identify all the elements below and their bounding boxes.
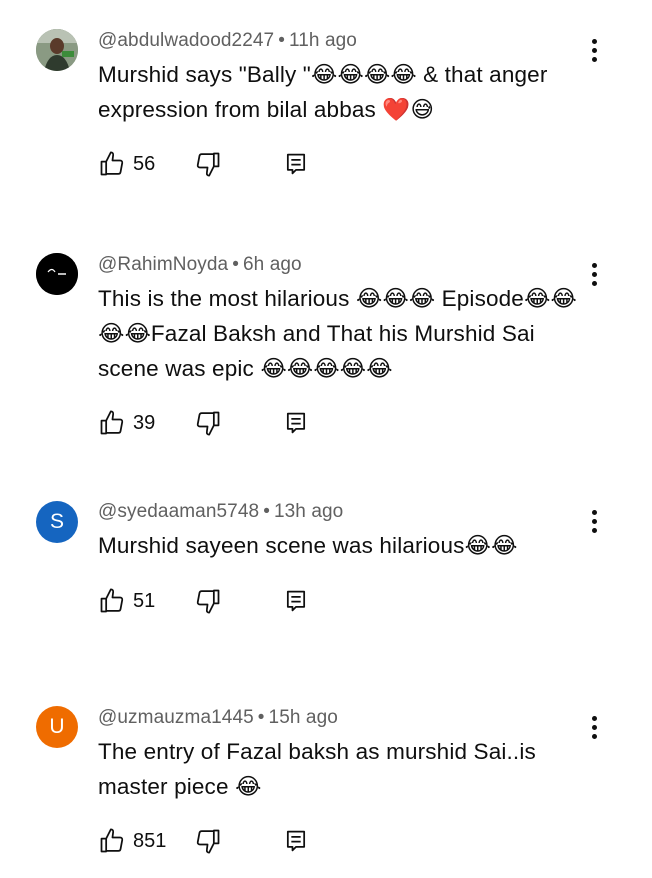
reply-button[interactable] bbox=[282, 827, 310, 855]
like-button[interactable]: 39 bbox=[98, 409, 155, 437]
comment-time[interactable]: 11h ago bbox=[289, 30, 357, 51]
avatar-letter: U bbox=[49, 715, 65, 738]
meta-separator: • bbox=[278, 30, 285, 51]
comment-text: The entry of Fazal baksh as murshid Sai.… bbox=[98, 739, 536, 799]
comment-actions: 851 bbox=[98, 827, 418, 857]
more-vertical-icon bbox=[591, 509, 597, 515]
thumb-down-outline-icon bbox=[196, 829, 220, 854]
dislike-button[interactable] bbox=[194, 409, 222, 437]
meta-separator: • bbox=[232, 254, 239, 275]
thumb-up-outline-icon bbox=[100, 588, 124, 613]
comment-meta: @syedaaman5748 • 13h ago bbox=[98, 501, 343, 523]
comment-actions: 39 bbox=[98, 409, 418, 439]
reply-comment-icon bbox=[286, 830, 306, 852]
channel-logo-icon bbox=[36, 253, 78, 295]
meta-separator: • bbox=[257, 707, 265, 728]
thumb-up-outline-icon bbox=[100, 828, 124, 853]
avatar[interactable] bbox=[36, 253, 78, 295]
reply-button[interactable] bbox=[282, 587, 310, 615]
comment-actions: 51 bbox=[98, 587, 418, 617]
dislike-button[interactable] bbox=[194, 587, 222, 615]
comment-menu-button[interactable] bbox=[582, 712, 606, 742]
reply-comment-icon bbox=[286, 153, 306, 175]
like-button[interactable]: 56 bbox=[98, 150, 155, 178]
thumb-up-outline-icon bbox=[100, 410, 124, 435]
like-button[interactable]: 851 bbox=[98, 827, 166, 855]
thumb-up-outline-icon bbox=[100, 151, 124, 176]
reply-button[interactable] bbox=[282, 409, 310, 437]
dislike-button[interactable] bbox=[194, 827, 222, 855]
avatar-letter: S bbox=[49, 510, 64, 533]
reply-comment-icon bbox=[286, 590, 306, 612]
like-count: 51 bbox=[133, 589, 156, 612]
thumb-down-outline-icon bbox=[196, 589, 220, 614]
comment-text: This is the most hilarious 😂😂😂 Episode😂😂… bbox=[98, 286, 577, 381]
comment-actions: 56 bbox=[98, 150, 418, 180]
comment-author[interactable]: @uzmauzma1445 bbox=[98, 707, 254, 728]
menu-dot bbox=[591, 733, 597, 739]
more-vertical-icon bbox=[591, 262, 597, 268]
comment-time[interactable]: 15h ago bbox=[269, 707, 338, 728]
reply-comment-icon bbox=[286, 412, 306, 434]
avatar[interactable]: S bbox=[36, 501, 78, 543]
comment-text: Murshid sayeen scene was hilarious😂😂 bbox=[98, 533, 518, 558]
thumb-down-outline-icon bbox=[196, 411, 220, 436]
comment-meta: @uzmauzma1445 • 15h ago bbox=[98, 707, 338, 729]
menu-dot bbox=[591, 724, 597, 730]
avatar-photo-icon bbox=[36, 29, 78, 71]
comment-author[interactable]: @RahimNoyda bbox=[98, 254, 228, 275]
dislike-button[interactable] bbox=[194, 150, 222, 178]
reply-button[interactable] bbox=[282, 150, 310, 178]
more-vertical-icon bbox=[591, 38, 597, 44]
meta-separator: • bbox=[263, 501, 270, 522]
avatar[interactable]: U bbox=[36, 706, 78, 748]
menu-dot bbox=[591, 271, 597, 277]
comment-time[interactable]: 6h ago bbox=[243, 254, 302, 275]
comment-author[interactable]: @syedaaman5748 bbox=[98, 501, 259, 522]
comment-author[interactable]: @abdulwadood2247 bbox=[98, 30, 274, 51]
like-button[interactable]: 51 bbox=[98, 587, 155, 615]
avatar[interactable] bbox=[36, 29, 78, 71]
menu-dot bbox=[591, 47, 597, 53]
like-count: 56 bbox=[133, 152, 156, 175]
more-vertical-icon bbox=[591, 715, 597, 721]
comment-time[interactable]: 13h ago bbox=[274, 501, 343, 522]
comment-meta: @RahimNoyda • 6h ago bbox=[98, 254, 302, 276]
like-count: 851 bbox=[133, 829, 167, 852]
comment-text: Murshid says "Bally "😂😂😂😂 & that anger e… bbox=[98, 62, 548, 122]
comment-meta: @abdulwadood2247 • 11h ago bbox=[98, 30, 357, 52]
like-count: 39 bbox=[133, 411, 156, 434]
thumb-down-outline-icon bbox=[196, 152, 220, 177]
menu-dot bbox=[591, 518, 597, 524]
